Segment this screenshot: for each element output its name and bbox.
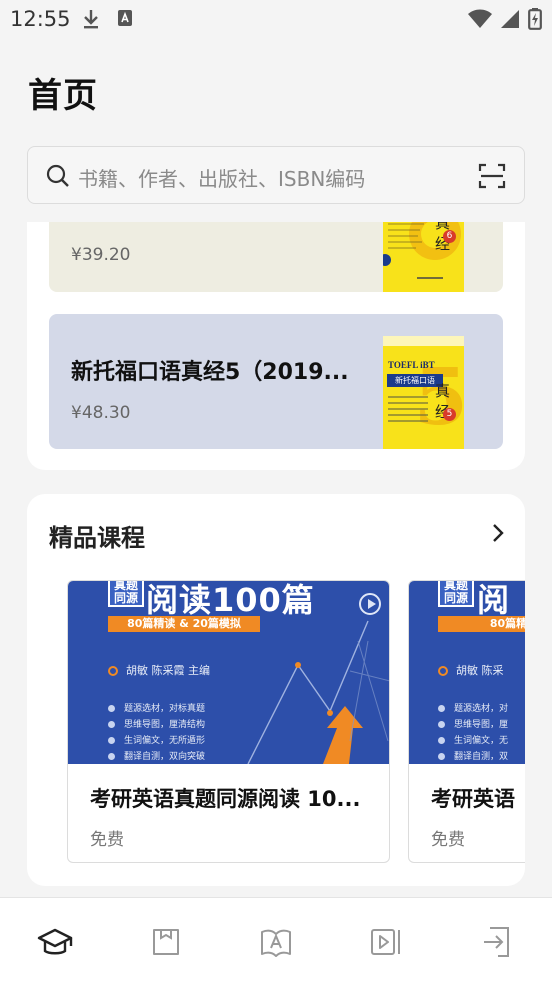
cover-number: 6 [443, 230, 456, 243]
course-price: 免费 [90, 830, 124, 850]
search-input[interactable]: 书籍、作者、出版社、ISBN编码 [78, 163, 365, 192]
thumbnail-headline: 阅 [477, 581, 511, 619]
course-thumbnail: 真题 同源 阅读100篇 80篇精读 & 20篇模拟 胡敏 陈采霞 主编 题源选… [68, 581, 389, 764]
download-icon [84, 10, 98, 29]
status-time: 12:55 [10, 7, 71, 31]
signal-icon [501, 10, 519, 28]
battery-charging-icon [528, 8, 542, 30]
book-item[interactable]: 新托福口语真经5（2019... ¥48.30 5 TOEFL iBT 新托福口… [49, 314, 503, 449]
bullet-item: 思维导图，厘清结构 [108, 717, 205, 733]
featured-courses-card: 精品课程 真题 同源 阅读100篇 80篇精读 & 20篇模拟 胡敏 陈采霞 主… [27, 494, 525, 886]
video-icon[interactable] [364, 922, 408, 962]
book-cover-image: 5 TOEFL iBT 新托福口语 真经 5 [383, 336, 464, 449]
thumbnail-subheadline: 80篇精读 [438, 616, 525, 632]
scan-icon[interactable] [478, 162, 506, 190]
book-title: 新托福口语真经5（2019... [71, 360, 349, 385]
bullet-item: 题源选材，对标真题 [108, 701, 205, 717]
course-title: 考研英语 [431, 787, 515, 811]
bullet-item: 生词偏文，无所遁形 [108, 733, 205, 749]
book-price: ¥48.30 [71, 403, 131, 423]
section-title: 精品课程 [49, 524, 145, 552]
book-price: ¥39.20 [71, 245, 131, 265]
course-thumbnail: 真题 同源 阅 80篇精读 胡敏 陈采 题源选材，对 思维导图，厘 生词偏文，无… [409, 581, 525, 764]
thumbnail-bullets: 题源选材，对 思维导图，厘 生词偏文，无 翻译自测，双 [438, 701, 508, 764]
thumbnail-headline: 阅读100篇 [146, 581, 315, 619]
open-book-a-icon[interactable] [254, 922, 298, 962]
book-cover-image: 真经 6 [383, 222, 464, 292]
course-title: 考研英语真题同源阅读 10... [90, 787, 361, 811]
graduation-cap-icon[interactable] [33, 922, 77, 962]
status-bar: 12:55 [0, 0, 552, 38]
wifi-icon [468, 9, 492, 28]
bullet-item: 生词偏文，无 [438, 733, 508, 749]
app-notification-icon [118, 10, 132, 26]
bullet-item: 思维导图，厘 [438, 717, 508, 733]
thumbnail-tag: 真题 同源 [438, 581, 474, 607]
thumbnail-author: 胡敏 陈采霞 主编 [108, 662, 210, 678]
bookmark-icon[interactable] [144, 922, 188, 962]
cover-number: 5 [443, 408, 456, 421]
play-icon [359, 593, 381, 615]
bullet-item: 翻译自测，双向突破 [108, 749, 205, 764]
book-list-card: ¥39.20 真经 6 新托福口语真经5（2019... ¥48.30 5 TO… [27, 222, 525, 470]
book-item[interactable]: ¥39.20 真经 6 [49, 222, 503, 292]
cover-lines [388, 396, 428, 426]
cover-toefl-text: TOEFL iBT [388, 360, 435, 370]
cover-header-strip [383, 336, 464, 346]
thumbnail-bullets: 题源选材，对标真题 思维导图，厘清结构 生词偏文，无所遁形 翻译自测，双向突破 [108, 701, 205, 764]
page-title: 首页 [28, 76, 98, 116]
chevron-right-icon[interactable] [491, 522, 505, 544]
thumbnail-subheadline: 80篇精读 & 20篇模拟 [108, 616, 260, 632]
course-card[interactable]: 真题 同源 阅 80篇精读 胡敏 陈采 题源选材，对 思维导图，厘 生词偏文，无… [408, 580, 525, 863]
course-price: 免费 [431, 830, 465, 850]
exit-icon[interactable] [476, 922, 520, 962]
search-icon [46, 164, 69, 187]
search-bar[interactable]: 书籍、作者、出版社、ISBN编码 [27, 146, 525, 204]
thumbnail-author: 胡敏 陈采 [438, 662, 504, 678]
bottom-navigation [0, 897, 552, 983]
course-card[interactable]: 真题 同源 阅读100篇 80篇精读 & 20篇模拟 胡敏 陈采霞 主编 题源选… [67, 580, 390, 863]
bullet-item: 翻译自测，双 [438, 749, 508, 764]
bullet-item: 题源选材，对 [438, 701, 508, 717]
thumbnail-tag: 真题 同源 [108, 581, 144, 607]
